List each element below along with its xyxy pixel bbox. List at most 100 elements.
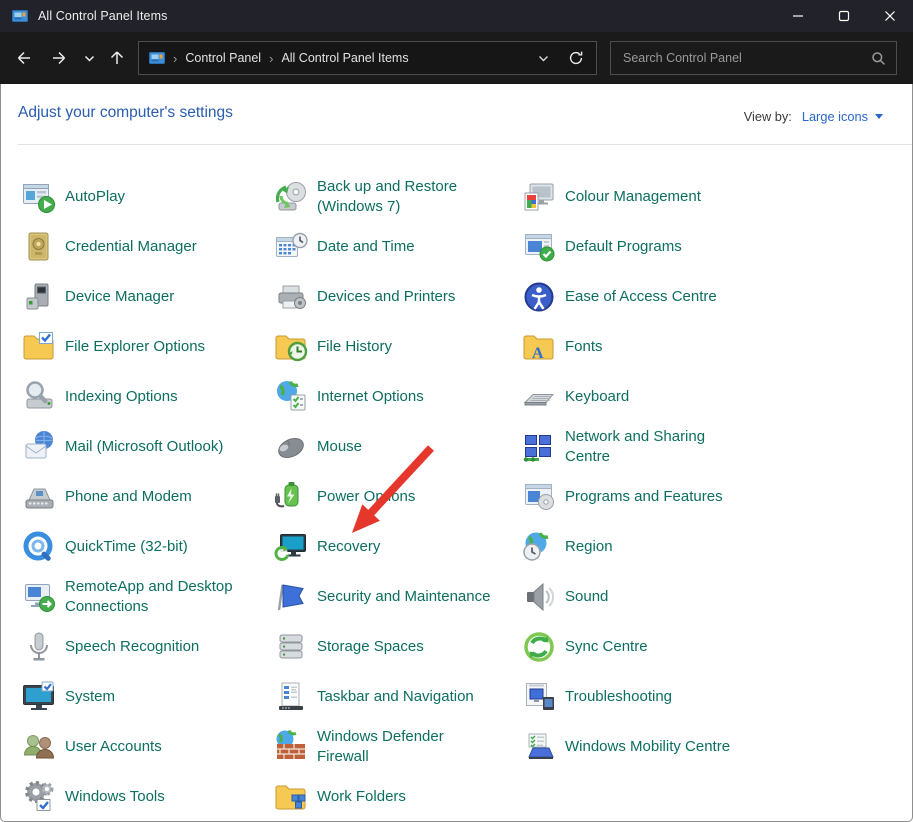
control-panel-item[interactable]: RemoteApp and Desktop Connections bbox=[20, 572, 265, 622]
control-panel-item[interactable]: Mail (Microsoft Outlook) bbox=[20, 422, 265, 472]
item-label: AutoPlay bbox=[65, 187, 125, 207]
control-panel-item[interactable]: Speech Recognition bbox=[20, 622, 265, 672]
item-label: RemoteApp and Desktop Connections bbox=[65, 577, 233, 617]
breadcrumb-separator: › bbox=[173, 51, 177, 66]
security-and-maintenance-icon bbox=[272, 578, 310, 616]
control-panel-item[interactable]: Device Manager bbox=[20, 272, 265, 322]
control-panel-item[interactable]: System bbox=[20, 672, 265, 722]
work-folders-icon bbox=[272, 778, 310, 816]
indexing-options-icon bbox=[20, 378, 58, 416]
search-box[interactable] bbox=[610, 41, 897, 75]
control-panel-item[interactable]: Phone and Modem bbox=[20, 472, 265, 522]
remoteapp-icon bbox=[20, 578, 58, 616]
maximize-icon bbox=[838, 10, 850, 22]
sync-centre-icon bbox=[520, 628, 558, 666]
minimize-button[interactable] bbox=[775, 0, 821, 32]
control-panel-item[interactable]: QuickTime (32-bit) bbox=[20, 522, 265, 572]
item-label: Mouse bbox=[317, 437, 362, 457]
keyboard-icon bbox=[520, 378, 558, 416]
control-panel-item[interactable]: AFonts bbox=[520, 322, 900, 372]
item-label: Default Programs bbox=[565, 237, 682, 257]
control-panel-item[interactable]: Colour Management bbox=[520, 172, 900, 222]
recent-locations-button[interactable] bbox=[74, 43, 104, 73]
control-panel-item[interactable]: Keyboard bbox=[520, 372, 900, 422]
item-label: File Explorer Options bbox=[65, 337, 205, 357]
control-panel-item[interactable]: Security and Maintenance bbox=[272, 572, 517, 622]
control-panel-item[interactable]: Devices and Printers bbox=[272, 272, 517, 322]
navbar: › Control Panel › All Control Panel Item… bbox=[0, 32, 913, 84]
control-panel-item[interactable]: Taskbar and Navigation bbox=[272, 672, 517, 722]
back-button[interactable] bbox=[9, 43, 39, 73]
control-panel-item[interactable]: Storage Spaces bbox=[272, 622, 517, 672]
refresh-button[interactable] bbox=[568, 50, 584, 66]
window-title: All Control Panel Items bbox=[38, 9, 167, 23]
storage-spaces-icon bbox=[272, 628, 310, 666]
item-label: Security and Maintenance bbox=[317, 587, 490, 607]
control-panel-item[interactable]: AutoPlay bbox=[20, 172, 265, 222]
item-label: Troubleshooting bbox=[565, 687, 672, 707]
default-programs-icon bbox=[520, 228, 558, 266]
item-label: Windows Tools bbox=[65, 787, 165, 807]
breadcrumb-item-control-panel[interactable]: Control Panel bbox=[185, 51, 261, 65]
item-label: Work Folders bbox=[317, 787, 406, 807]
maximize-button[interactable] bbox=[821, 0, 867, 32]
item-label: Date and Time bbox=[317, 237, 415, 257]
view-by-dropdown[interactable]: Large icons bbox=[802, 109, 883, 124]
item-label: Indexing Options bbox=[65, 387, 178, 407]
backup-restore-icon bbox=[272, 178, 310, 216]
autoplay-icon bbox=[20, 178, 58, 216]
windows-tools-icon bbox=[20, 778, 58, 816]
up-button[interactable] bbox=[102, 43, 132, 73]
forward-button[interactable] bbox=[44, 43, 74, 73]
control-panel-item[interactable]: Windows Defender Firewall bbox=[272, 722, 517, 772]
control-panel-item[interactable]: Windows Tools bbox=[20, 772, 265, 822]
control-panel-icon bbox=[12, 8, 28, 24]
control-panel-item[interactable]: Default Programs bbox=[520, 222, 900, 272]
close-button[interactable] bbox=[867, 0, 913, 32]
header-divider bbox=[18, 144, 912, 145]
control-panel-item[interactable]: Windows Mobility Centre bbox=[520, 722, 900, 772]
item-label: Windows Mobility Centre bbox=[565, 737, 730, 757]
file-explorer-options-icon bbox=[20, 328, 58, 366]
control-panel-item[interactable]: Region bbox=[520, 522, 900, 572]
item-label: System bbox=[65, 687, 115, 707]
power-options-icon bbox=[272, 478, 310, 516]
control-panel-item[interactable]: Network and Sharing Centre bbox=[520, 422, 900, 472]
control-panel-item[interactable]: Back up and Restore (Windows 7) bbox=[272, 172, 517, 222]
control-panel-item[interactable]: Credential Manager bbox=[20, 222, 265, 272]
control-panel-item[interactable]: Indexing Options bbox=[20, 372, 265, 422]
item-label: Programs and Features bbox=[565, 487, 723, 507]
control-panel-item[interactable]: Troubleshooting bbox=[520, 672, 900, 722]
breadcrumb-item-all-control-panel-items[interactable]: All Control Panel Items bbox=[281, 51, 408, 65]
control-panel-item[interactable]: Internet Options bbox=[272, 372, 517, 422]
control-panel-item[interactable]: Sync Centre bbox=[520, 622, 900, 672]
colour-management-icon bbox=[520, 178, 558, 216]
user-accounts-icon bbox=[20, 728, 58, 766]
control-panel-item[interactable]: Ease of Access Centre bbox=[520, 272, 900, 322]
control-panel-item[interactable]: Programs and Features bbox=[520, 472, 900, 522]
up-arrow-icon bbox=[108, 49, 126, 67]
control-panel-item[interactable]: User Accounts bbox=[20, 722, 265, 772]
file-history-icon bbox=[272, 328, 310, 366]
date-and-time-icon bbox=[272, 228, 310, 266]
item-label: Devices and Printers bbox=[317, 287, 455, 307]
search-input[interactable] bbox=[611, 51, 871, 65]
control-panel-item[interactable]: Sound bbox=[520, 572, 900, 622]
breadcrumb[interactable]: › Control Panel › All Control Panel Item… bbox=[138, 41, 597, 75]
control-panel-item[interactable]: File History bbox=[272, 322, 517, 372]
item-label: Speech Recognition bbox=[65, 637, 199, 657]
control-panel-item[interactable]: Mouse bbox=[272, 422, 517, 472]
control-panel-item[interactable]: Work Folders bbox=[272, 772, 517, 822]
item-label: Internet Options bbox=[317, 387, 424, 407]
control-panel-item[interactable]: Date and Time bbox=[272, 222, 517, 272]
mail-icon bbox=[20, 428, 58, 466]
item-label: Sound bbox=[565, 587, 608, 607]
control-panel-item[interactable]: Recovery bbox=[272, 522, 517, 572]
address-dropdown-button[interactable] bbox=[537, 52, 550, 65]
control-panel-item[interactable]: File Explorer Options bbox=[20, 322, 265, 372]
view-by: View by: Large icons bbox=[744, 109, 883, 124]
breadcrumb-separator: › bbox=[269, 51, 273, 66]
item-label: Device Manager bbox=[65, 287, 174, 307]
device-manager-icon bbox=[20, 278, 58, 316]
control-panel-item[interactable]: Power Options bbox=[272, 472, 517, 522]
